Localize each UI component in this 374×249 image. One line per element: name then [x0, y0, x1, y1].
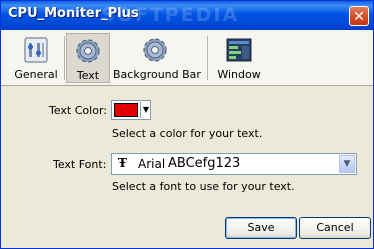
window-icon [226, 38, 252, 62]
tab-text[interactable]: Text [66, 33, 110, 83]
tab-window[interactable]: Window [213, 33, 265, 83]
save-button[interactable]: Save [225, 217, 297, 239]
text-font-label: Text Font: [53, 158, 107, 171]
close-button[interactable]: ✕ [349, 6, 369, 26]
gear-icon [76, 39, 100, 63]
chevron-down-icon[interactable]: ▼ [339, 155, 355, 173]
chevron-down-icon[interactable]: ▼ [140, 102, 151, 118]
cancel-button[interactable]: Cancel [299, 217, 371, 239]
font-sample: ABCefg123 [168, 156, 241, 171]
tab-general[interactable]: General [10, 33, 62, 83]
color-swatch [114, 103, 138, 117]
text-font-hint: Select a font to use for your text. [112, 180, 295, 193]
divider [207, 36, 208, 80]
text-color-hint: Select a color for your text. [112, 127, 263, 140]
font-type-icon: Ŧ [118, 156, 127, 170]
font-select[interactable]: Ŧ Arial ABCefg123 ▼ [111, 153, 357, 175]
tab-label: Window [217, 68, 261, 81]
tab-label: Text [76, 69, 100, 82]
tab-toolbar: General Text Background Bar Window [1, 30, 373, 86]
color-picker[interactable]: ▼ [111, 100, 151, 120]
divider [64, 36, 65, 80]
settings-panel-icon [24, 37, 48, 63]
tab-label: General [14, 68, 58, 81]
close-icon: ✕ [353, 9, 365, 25]
font-name: Arial [138, 157, 166, 171]
tab-background-bar[interactable]: Background Bar [113, 33, 201, 83]
title-bar[interactable]: CPU_Moniter_Plus SOFTPEDIA ✕ [1, 1, 373, 30]
gear-icon [143, 38, 167, 62]
watermark: SOFTPEDIA [101, 4, 240, 26]
text-color-label: Text Color: [49, 104, 107, 117]
tab-label: Background Bar [113, 68, 201, 81]
dialog-window: CPU_Moniter_Plus SOFTPEDIA ✕ General Tex… [0, 0, 374, 249]
